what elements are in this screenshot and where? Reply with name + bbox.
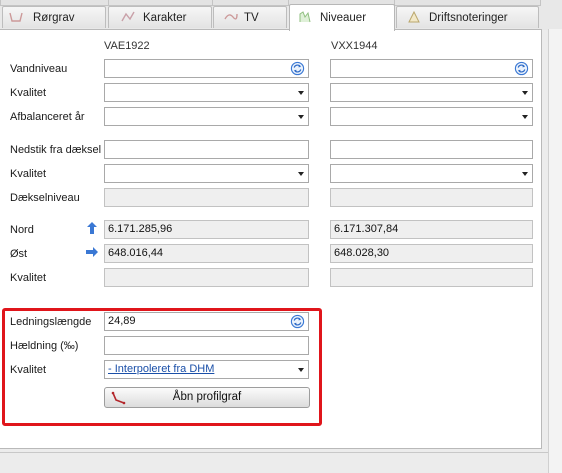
kvalitet-label: Kvalitet — [10, 272, 47, 284]
nedstik-left-input[interactable] — [104, 140, 309, 159]
column-header-left: VAE1922 — [104, 40, 150, 52]
afbalanceret-label: Afbalanceret år — [10, 111, 85, 123]
arrow-up-icon — [87, 222, 97, 234]
haeldning-label: Hældning (‰) — [10, 340, 79, 352]
refresh-icon[interactable] — [290, 314, 305, 329]
vandniveau-label: Vandniveau — [10, 63, 68, 75]
chevron-down-icon — [522, 115, 528, 119]
chevron-down-icon — [298, 368, 304, 372]
daekselniveau-right-field — [330, 188, 533, 207]
refresh-icon[interactable] — [514, 61, 529, 76]
afbalanceret-left-dropdown[interactable] — [104, 107, 309, 126]
kvalitet-left-dropdown[interactable] — [104, 83, 309, 102]
koordinat-kvalitet-right-field — [330, 268, 533, 287]
koordinat-kvalitet-left-field — [104, 268, 309, 287]
vandniveau-left-field[interactable] — [104, 59, 309, 78]
nedstik-kvalitet-right-dropdown[interactable] — [330, 164, 533, 183]
chevron-down-icon — [522, 91, 528, 95]
daekselniveau-label: Dækselniveau — [10, 192, 80, 204]
oest-right-field: 648.028,30 — [330, 244, 533, 263]
profile-graph-icon — [111, 391, 126, 405]
button-label: Åbn profilgraf — [172, 391, 242, 403]
kvalitet-label: Kvalitet — [10, 87, 47, 99]
nord-label: Nord — [10, 224, 34, 236]
ledningslaengde-field[interactable]: 24,89 — [104, 312, 309, 331]
nedstik-kvalitet-left-dropdown[interactable] — [104, 164, 309, 183]
oest-label: Øst — [10, 248, 28, 260]
oest-left-field: 648.016,44 — [104, 244, 309, 263]
chevron-down-icon — [298, 172, 304, 176]
ledning-kvalitet-dropdown[interactable]: - Interpoleret fra DHM — [104, 360, 309, 379]
nedstik-label: Nedstik fra dæksel — [10, 144, 102, 156]
kvalitet-right-dropdown[interactable] — [330, 83, 533, 102]
vandniveau-right-field[interactable] — [330, 59, 533, 78]
haeldning-input[interactable] — [104, 336, 309, 355]
ledningslaengde-label: Ledningslængde — [10, 316, 92, 328]
nord-right-field: 6.171.307,84 — [330, 220, 533, 239]
afbalanceret-right-dropdown[interactable] — [330, 107, 533, 126]
arrow-right-icon — [86, 247, 98, 257]
nord-left-field: 6.171.285,96 — [104, 220, 309, 239]
kvalitet-label: Kvalitet — [10, 168, 47, 180]
chevron-down-icon — [522, 172, 528, 176]
nedstik-right-input[interactable] — [330, 140, 533, 159]
quality-selected-value: - Interpoleret fra DHM — [108, 363, 215, 375]
open-profile-graph-button[interactable]: Åbn profilgraf — [104, 387, 310, 408]
ledningslaengde-value: 24,89 — [108, 315, 136, 327]
chevron-down-icon — [298, 91, 304, 95]
column-header-right: VXX1944 — [331, 40, 378, 52]
kvalitet-label: Kvalitet — [10, 364, 47, 376]
chevron-down-icon — [298, 115, 304, 119]
daekselniveau-left-field — [104, 188, 309, 207]
refresh-icon[interactable] — [290, 61, 305, 76]
